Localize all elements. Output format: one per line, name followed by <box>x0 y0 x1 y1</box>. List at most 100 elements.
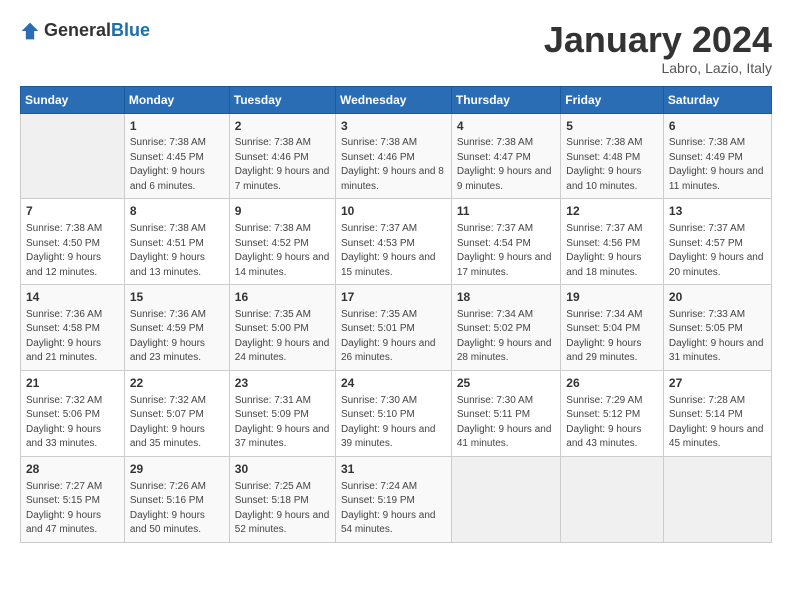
day-number: 1 <box>130 118 224 135</box>
day-info: Sunrise: 7:38 AMSunset: 4:52 PMDaylight:… <box>235 222 330 280</box>
day-number: 31 <box>341 461 446 478</box>
calendar-cell: 17 Sunrise: 7:35 AMSunset: 5:01 PMDayligh… <box>335 285 451 371</box>
weekday-header-row: SundayMondayTuesdayWednesdayThursdayFrid… <box>21 86 772 113</box>
day-number: 13 <box>669 203 766 220</box>
day-info: Sunrise: 7:34 AMSunset: 5:04 PMDaylight:… <box>566 308 658 366</box>
day-number: 12 <box>566 203 658 220</box>
day-number: 18 <box>457 289 555 306</box>
day-number: 14 <box>26 289 119 306</box>
day-info: Sunrise: 7:37 AMSunset: 4:54 PMDaylight:… <box>457 222 555 280</box>
day-info: Sunrise: 7:26 AMSunset: 5:16 PMDaylight:… <box>130 480 224 538</box>
weekday-header-monday: Monday <box>124 86 229 113</box>
day-info: Sunrise: 7:24 AMSunset: 5:19 PMDaylight:… <box>341 480 446 538</box>
day-info: Sunrise: 7:35 AMSunset: 5:01 PMDaylight:… <box>341 308 446 366</box>
week-row-1: 1Sunrise: 7:38 AMSunset: 4:45 PMDaylight… <box>21 113 772 199</box>
calendar-cell: 25Sunrise: 7:30 AMSunset: 5:11 PMDayligh… <box>451 370 560 456</box>
day-number: 24 <box>341 375 446 392</box>
day-info: Sunrise: 7:36 AMSunset: 4:59 PMDaylight:… <box>130 308 224 366</box>
calendar-cell: 4Sunrise: 7:38 AMSunset: 4:47 PMDaylight… <box>451 113 560 199</box>
day-info: Sunrise: 7:35 AMSunset: 5:00 PMDaylight:… <box>235 308 330 366</box>
calendar-cell: 1Sunrise: 7:38 AMSunset: 4:45 PMDaylight… <box>124 113 229 199</box>
calendar-cell: 5Sunrise: 7:38 AMSunset: 4:48 PMDaylight… <box>561 113 664 199</box>
calendar-title: January 2024 <box>544 20 772 60</box>
day-info: Sunrise: 7:38 AMSunset: 4:48 PMDaylight:… <box>566 136 658 194</box>
day-number: 2 <box>235 118 330 135</box>
calendar-cell: 20 Sunrise: 7:33 AMSunset: 5:05 PMDayligh… <box>663 285 771 371</box>
day-info: Sunrise: 7:32 AMSunset: 5:07 PMDaylight:… <box>130 394 224 452</box>
calendar-cell: 23 Sunrise: 7:31 AMSunset: 5:09 PMDayligh… <box>229 370 335 456</box>
page-header: GeneralBlue January 2024 Labro, Lazio, I… <box>20 20 772 76</box>
day-info: Sunrise: 7:27 AMSunset: 5:15 PMDaylight:… <box>26 480 119 538</box>
calendar-cell: 7 Sunrise: 7:38 AMSunset: 4:50 PMDaylight… <box>21 199 125 285</box>
day-info: Sunrise: 7:38 AMSunset: 4:49 PMDaylight:… <box>669 136 766 194</box>
day-info: Sunrise: 7:36 AMSunset: 4:58 PMDaylight:… <box>26 308 119 366</box>
calendar-cell: 31 Sunrise: 7:24 AMSunset: 5:19 PMDayligh… <box>335 456 451 542</box>
day-number: 20 <box>669 289 766 306</box>
day-number: 15 <box>130 289 224 306</box>
logo-icon <box>20 21 40 41</box>
day-info: Sunrise: 7:38 AMSunset: 4:47 PMDaylight:… <box>457 136 555 194</box>
weekday-header-saturday: Saturday <box>663 86 771 113</box>
day-number: 26 <box>566 375 658 392</box>
weekday-header-tuesday: Tuesday <box>229 86 335 113</box>
day-info: Sunrise: 7:30 AMSunset: 5:10 PMDaylight:… <box>341 394 446 452</box>
day-number: 5 <box>566 118 658 135</box>
week-row-4: 21Sunrise: 7:32 AMSunset: 5:06 PMDayligh… <box>21 370 772 456</box>
day-number: 6 <box>669 118 766 135</box>
day-number: 16 <box>235 289 330 306</box>
calendar-cell: 19 Sunrise: 7:34 AMSunset: 5:04 PMDayligh… <box>561 285 664 371</box>
day-number: 17 <box>341 289 446 306</box>
day-info: Sunrise: 7:33 AMSunset: 5:05 PMDaylight:… <box>669 308 766 366</box>
day-number: 7 <box>26 203 119 220</box>
day-info: Sunrise: 7:38 AMSunset: 4:46 PMDaylight:… <box>235 136 330 194</box>
calendar-cell: 30Sunrise: 7:25 AMSunset: 5:18 PMDayligh… <box>229 456 335 542</box>
day-number: 3 <box>341 118 446 135</box>
day-info: Sunrise: 7:37 AMSunset: 4:56 PMDaylight:… <box>566 222 658 280</box>
day-number: 9 <box>235 203 330 220</box>
weekday-header-sunday: Sunday <box>21 86 125 113</box>
day-info: Sunrise: 7:29 AMSunset: 5:12 PMDaylight:… <box>566 394 658 452</box>
calendar-subtitle: Labro, Lazio, Italy <box>544 60 772 76</box>
calendar-cell: 12 Sunrise: 7:37 AMSunset: 4:56 PMDayligh… <box>561 199 664 285</box>
day-number: 4 <box>457 118 555 135</box>
day-number: 19 <box>566 289 658 306</box>
day-number: 25 <box>457 375 555 392</box>
calendar-cell: 26 Sunrise: 7:29 AMSunset: 5:12 PMDayligh… <box>561 370 664 456</box>
calendar-cell: 9 Sunrise: 7:38 AMSunset: 4:52 PMDaylight… <box>229 199 335 285</box>
calendar-cell: 10Sunrise: 7:37 AMSunset: 4:53 PMDayligh… <box>335 199 451 285</box>
day-info: Sunrise: 7:38 AMSunset: 4:45 PMDaylight:… <box>130 136 224 194</box>
day-number: 27 <box>669 375 766 392</box>
calendar-cell: 27 Sunrise: 7:28 AMSunset: 5:14 PMDayligh… <box>663 370 771 456</box>
calendar-cell: 15 Sunrise: 7:36 AMSunset: 4:59 PMDayligh… <box>124 285 229 371</box>
weekday-header-friday: Friday <box>561 86 664 113</box>
calendar-cell: 21Sunrise: 7:32 AMSunset: 5:06 PMDayligh… <box>21 370 125 456</box>
calendar-cell: 8 Sunrise: 7:38 AMSunset: 4:51 PMDaylight… <box>124 199 229 285</box>
calendar-cell: 22 Sunrise: 7:32 AMSunset: 5:07 PMDayligh… <box>124 370 229 456</box>
day-info: Sunrise: 7:37 AMSunset: 4:57 PMDaylight:… <box>669 222 766 280</box>
calendar-cell <box>451 456 560 542</box>
week-row-5: 28 Sunrise: 7:27 AMSunset: 5:15 PMDayligh… <box>21 456 772 542</box>
day-info: Sunrise: 7:31 AMSunset: 5:09 PMDaylight:… <box>235 394 330 452</box>
day-number: 21 <box>26 375 119 392</box>
logo-general: General <box>44 20 111 40</box>
calendar-table: SundayMondayTuesdayWednesdayThursdayFrid… <box>20 86 772 543</box>
day-number: 28 <box>26 461 119 478</box>
calendar-cell: 18 Sunrise: 7:34 AMSunset: 5:02 PMDayligh… <box>451 285 560 371</box>
week-row-2: 7 Sunrise: 7:38 AMSunset: 4:50 PMDaylight… <box>21 199 772 285</box>
day-number: 29 <box>130 461 224 478</box>
day-info: Sunrise: 7:28 AMSunset: 5:14 PMDaylight:… <box>669 394 766 452</box>
day-info: Sunrise: 7:38 AMSunset: 4:50 PMDaylight:… <box>26 222 119 280</box>
weekday-header-wednesday: Wednesday <box>335 86 451 113</box>
calendar-cell: 13 Sunrise: 7:37 AMSunset: 4:57 PMDayligh… <box>663 199 771 285</box>
day-number: 22 <box>130 375 224 392</box>
calendar-cell: 2Sunrise: 7:38 AMSunset: 4:46 PMDaylight… <box>229 113 335 199</box>
calendar-cell: 16 Sunrise: 7:35 AMSunset: 5:00 PMDayligh… <box>229 285 335 371</box>
logo: GeneralBlue <box>20 20 150 41</box>
day-info: Sunrise: 7:38 AMSunset: 4:51 PMDaylight:… <box>130 222 224 280</box>
calendar-cell: 24 Sunrise: 7:30 AMSunset: 5:10 PMDayligh… <box>335 370 451 456</box>
day-number: 8 <box>130 203 224 220</box>
day-info: Sunrise: 7:34 AMSunset: 5:02 PMDaylight:… <box>457 308 555 366</box>
day-number: 11 <box>457 203 555 220</box>
day-number: 23 <box>235 375 330 392</box>
day-info: Sunrise: 7:37 AMSunset: 4:53 PMDaylight:… <box>341 222 446 280</box>
